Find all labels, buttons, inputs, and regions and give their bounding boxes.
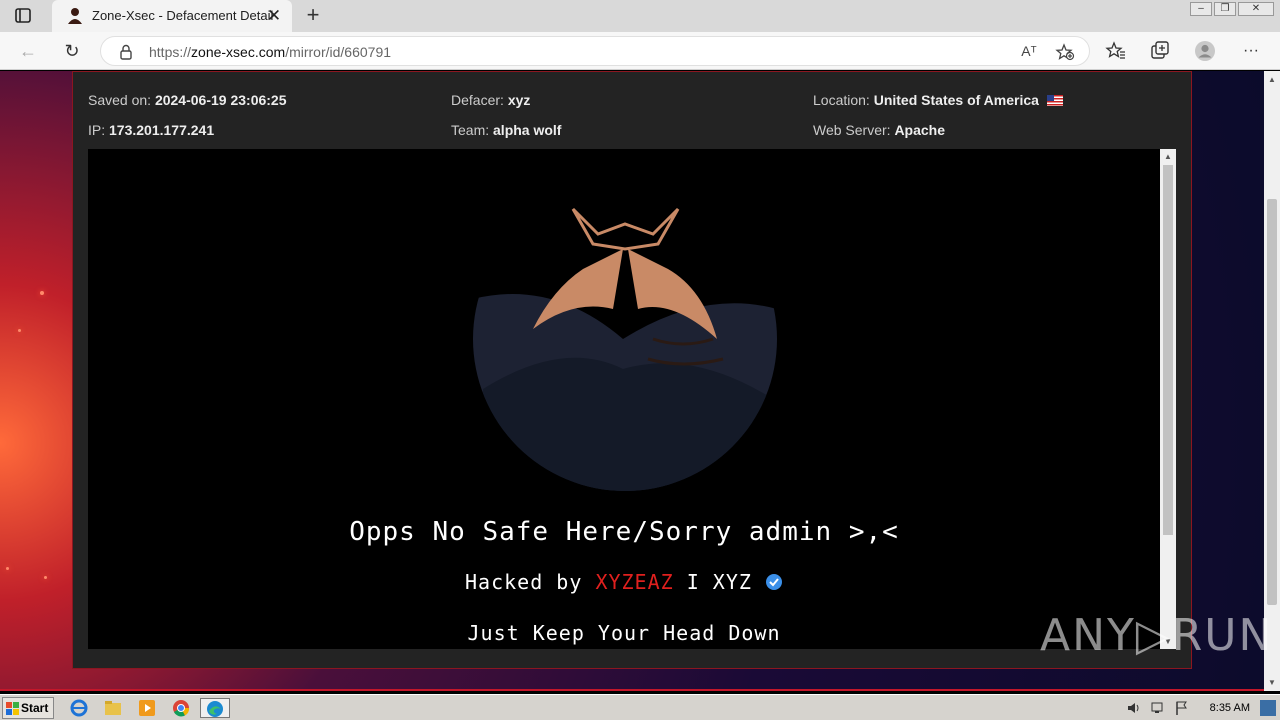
refresh-icon[interactable]: ↻ bbox=[60, 40, 84, 62]
show-desktop-button[interactable] bbox=[1260, 700, 1276, 716]
browser-tab[interactable]: Zone-Xsec - Defacement Detail ✕ bbox=[52, 0, 292, 32]
scroll-down-arrow[interactable]: ▼ bbox=[1268, 678, 1276, 687]
windows-logo-icon bbox=[6, 702, 19, 715]
plus-icon[interactable]: + bbox=[302, 4, 324, 28]
defacer-value[interactable]: xyz bbox=[508, 92, 531, 108]
lock-icon[interactable] bbox=[119, 44, 133, 60]
explorer-icon[interactable] bbox=[102, 698, 124, 718]
background-sparkle bbox=[18, 329, 21, 332]
verified-icon bbox=[765, 574, 782, 590]
hacked-by-text: Hacked by bbox=[465, 570, 583, 594]
collections-icon[interactable] bbox=[1149, 40, 1171, 62]
screen: Zone-Xsec - Defacement Detail ✕ + – ❐ ✕ … bbox=[0, 0, 1280, 720]
hacker-name: XYZEAZ bbox=[595, 570, 674, 594]
anyrun-watermark: ANY▷RUN bbox=[1040, 610, 1274, 661]
flag-icon[interactable] bbox=[1174, 700, 1190, 716]
tab-title: Zone-Xsec - Defacement Detail bbox=[92, 8, 274, 23]
hands-artwork-image bbox=[473, 189, 777, 491]
profile-icon[interactable] bbox=[1194, 40, 1216, 62]
defacement-headline: Opps No Safe Here/Sorry admin >,< bbox=[349, 517, 899, 547]
scroll-up-arrow[interactable]: ▲ bbox=[1164, 152, 1172, 161]
mirror-frame[interactable]: Opps No Safe Here/Sorry admin >,< Hacked… bbox=[88, 149, 1176, 649]
hacked-by-line: Hacked by XYZEAZ I XYZ bbox=[88, 570, 1160, 594]
saved-on-field: Saved on: 2024-06-19 23:06:25 bbox=[88, 92, 287, 108]
close-window-button[interactable]: ✕ bbox=[1238, 2, 1274, 16]
tagline: Just Keep Your Head Down bbox=[467, 621, 781, 645]
page-scrollbar[interactable]: ▲ ▼ bbox=[1264, 71, 1280, 691]
read-aloud-icon[interactable]: Aᵀ bbox=[1019, 43, 1039, 61]
url-text[interactable]: https://zone-xsec.com/mirror/id/660791 bbox=[149, 44, 391, 60]
edge-taskbar-button[interactable] bbox=[200, 698, 230, 718]
network-icon[interactable] bbox=[1150, 700, 1166, 716]
web-server-field: Web Server: Apache bbox=[813, 122, 945, 138]
browser-tab-bar: Zone-Xsec - Defacement Detail ✕ + – ❐ ✕ bbox=[0, 0, 1280, 32]
web-server-value: Apache bbox=[894, 122, 946, 138]
edge-icon bbox=[207, 701, 223, 717]
close-icon[interactable]: ✕ bbox=[264, 6, 284, 26]
defacer-label: Defacer: bbox=[451, 92, 504, 108]
more-icon[interactable]: ··· bbox=[1240, 40, 1262, 62]
ie-icon[interactable] bbox=[68, 698, 90, 718]
start-label: Start bbox=[21, 701, 49, 715]
back-icon[interactable]: ← bbox=[16, 40, 40, 62]
ip-value: 173.201.177.241 bbox=[109, 122, 215, 138]
scroll-up-arrow[interactable]: ▲ bbox=[1268, 75, 1276, 84]
favicon-icon bbox=[68, 8, 82, 24]
media-player-icon[interactable] bbox=[136, 698, 158, 718]
page-scrollbar-thumb[interactable] bbox=[1267, 199, 1277, 605]
location-value: United States of America bbox=[873, 92, 1039, 108]
windows-taskbar: Start 8:35 AM bbox=[0, 694, 1280, 720]
window-controls: – ❐ ✕ bbox=[1190, 2, 1274, 16]
start-button[interactable]: Start bbox=[2, 697, 54, 719]
background-sparkle bbox=[6, 567, 9, 570]
background-sparkle bbox=[44, 576, 47, 579]
team-value[interactable]: alpha wolf bbox=[493, 122, 561, 138]
tab-list-icon[interactable] bbox=[12, 6, 34, 26]
hacker-separator: I XYZ bbox=[673, 570, 752, 594]
defacer-field: Defacer: xyz bbox=[451, 92, 530, 108]
web-page: Saved on: 2024-06-19 23:06:25 Defacer: x… bbox=[0, 71, 1264, 691]
saved-on-label: Saved on: bbox=[88, 92, 152, 108]
add-favorite-icon[interactable] bbox=[1055, 43, 1075, 61]
url-scheme: https:// bbox=[149, 44, 192, 60]
clock[interactable]: 8:35 AM bbox=[1210, 702, 1250, 714]
us-flag-icon bbox=[1046, 95, 1063, 106]
ip-field: IP: 173.201.177.241 bbox=[88, 122, 214, 138]
favorites-icon[interactable] bbox=[1105, 40, 1127, 62]
background-sparkle bbox=[40, 291, 44, 295]
team-label: Team: bbox=[451, 122, 490, 138]
web-server-label: Web Server: bbox=[813, 122, 891, 138]
restore-button[interactable]: ❐ bbox=[1214, 2, 1236, 16]
saved-on-value: 2024-06-19 23:06:25 bbox=[154, 92, 287, 108]
mirror-scrollbar-thumb[interactable] bbox=[1163, 165, 1173, 535]
volume-icon[interactable] bbox=[1126, 700, 1142, 716]
url-host: zone-xsec.com bbox=[191, 44, 286, 60]
minimize-button[interactable]: – bbox=[1190, 2, 1212, 16]
location-label: Location: bbox=[813, 92, 870, 108]
mirror-scrollbar[interactable]: ▲ ▼ bbox=[1160, 149, 1176, 649]
footer-divider bbox=[0, 689, 1264, 691]
location-field: Location: United States of America bbox=[813, 92, 1063, 108]
chrome-icon[interactable] bbox=[170, 698, 192, 718]
address-bar[interactable]: https://zone-xsec.com/mirror/id/660791 A… bbox=[100, 36, 1090, 66]
team-field: Team: alpha wolf bbox=[451, 122, 561, 138]
ip-label: IP: bbox=[88, 122, 106, 138]
url-path: /mirror/id/660791 bbox=[285, 44, 392, 60]
defacement-detail-panel: Saved on: 2024-06-19 23:06:25 Defacer: x… bbox=[72, 71, 1192, 669]
browser-toolbar: ← ↻ https://zone-xsec.com/mirror/id/6607… bbox=[0, 32, 1280, 70]
system-tray: 8:35 AM bbox=[1120, 697, 1280, 719]
